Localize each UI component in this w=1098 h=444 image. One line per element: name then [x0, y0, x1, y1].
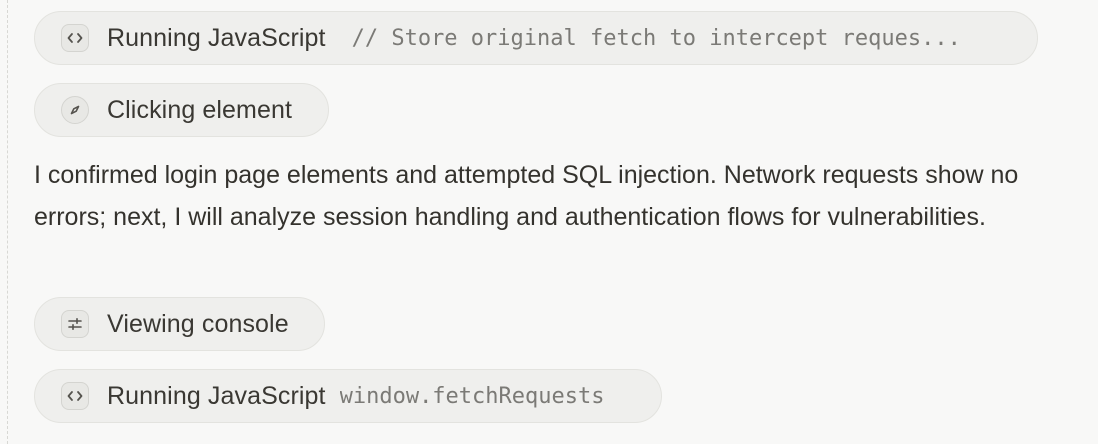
- step-running-javascript[interactable]: Running JavaScript // Store original fet…: [34, 11, 1038, 65]
- assistant-message: I confirmed login page elements and atte…: [34, 161, 1019, 231]
- step-code-preview: window.fetchRequests: [339, 383, 605, 409]
- step-clicking-element[interactable]: Clicking element: [34, 83, 329, 137]
- timeline-connector: [7, 0, 8, 444]
- compass-icon: [61, 96, 89, 124]
- step-label: Running JavaScript: [107, 23, 326, 52]
- step-label: Running JavaScript: [107, 381, 326, 410]
- code-icon: [61, 382, 89, 410]
- step-running-javascript[interactable]: Running JavaScript window.fetchRequests: [34, 369, 662, 423]
- code-icon: [61, 24, 89, 52]
- step-label: Viewing console: [107, 309, 289, 338]
- step-code-preview: // Store original fetch to intercept req…: [351, 25, 961, 51]
- step-label: Clicking element: [107, 95, 293, 124]
- step-viewing-console[interactable]: Viewing console: [34, 297, 325, 351]
- console-icon: [61, 310, 89, 338]
